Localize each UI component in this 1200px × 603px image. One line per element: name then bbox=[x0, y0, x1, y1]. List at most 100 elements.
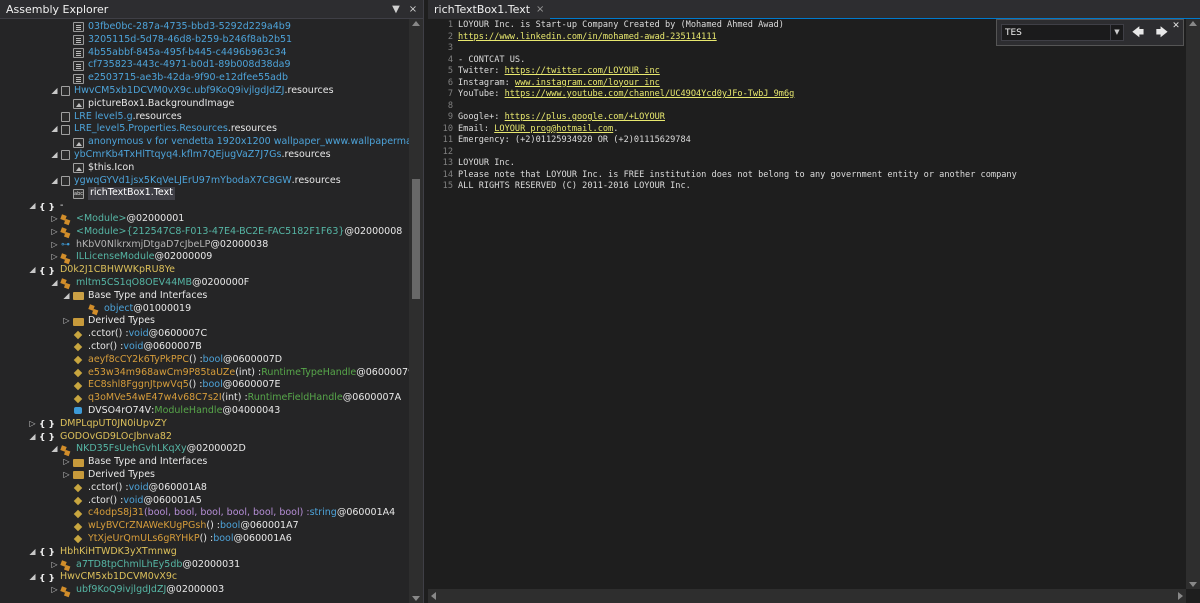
scroll-down-icon[interactable] bbox=[1189, 582, 1197, 587]
editor-horizontal-scrollbar[interactable] bbox=[428, 589, 1186, 603]
namespace-node[interactable]: ◢{ } - bbox=[28, 200, 63, 213]
collapse-arrow-icon[interactable]: ◢ bbox=[28, 571, 37, 584]
resource-file[interactable]: LRE level5.g .resources bbox=[50, 111, 182, 124]
class-node[interactable]: ▷ ubf9KoQ9ivjlgdJdZJ @02000003 bbox=[50, 584, 224, 597]
class-node[interactable]: ◢ NKD35FsUehGvhLKqXy @0200002D bbox=[50, 443, 245, 456]
scroll-up-icon[interactable] bbox=[1189, 21, 1197, 26]
find-input[interactable] bbox=[1001, 24, 1111, 41]
collapse-arrow-icon[interactable]: ◢ bbox=[28, 264, 37, 277]
expand-arrow-icon[interactable]: ▷ bbox=[28, 418, 37, 431]
method-node[interactable]: aeyf8cCY2k6TyPkPPC() : bool @0600007D bbox=[62, 354, 282, 367]
class-node[interactable]: ▷ ILLicenseModule @02000009 bbox=[50, 251, 212, 264]
namespace-node[interactable]: ◢{ } HbhKiHTWDK3yXTmnwg bbox=[28, 546, 176, 559]
close-tab-icon[interactable]: × bbox=[536, 4, 544, 15]
expand-arrow-icon[interactable]: ▷ bbox=[50, 226, 59, 239]
panel-menu-icon[interactable]: ▼ bbox=[389, 2, 403, 16]
resource-entry-selected[interactable]: abc richTextBox1.Text bbox=[62, 187, 175, 201]
resource-item[interactable]: e2503715-ae3b-42da-9f90-e12dfee55adb bbox=[62, 72, 288, 85]
hyperlink[interactable]: www.instagram.com/loyour_inc bbox=[515, 78, 660, 88]
collapse-arrow-icon[interactable]: ◢ bbox=[28, 431, 37, 444]
expand-arrow-icon[interactable]: ▷ bbox=[50, 584, 59, 597]
namespace-node[interactable]: ◢{ } HwvCM5xb1DCVM0vX9c bbox=[28, 571, 177, 584]
text-editor[interactable]: 1 LOYOUR Inc. is Start-up Company Created… bbox=[428, 19, 1186, 589]
collapse-arrow-icon[interactable]: ◢ bbox=[50, 443, 59, 456]
hyperlink[interactable]: https://twitter.com/LOYOUR_inc bbox=[505, 66, 660, 76]
resource-item[interactable]: cf735823-443c-4971-b0d1-89b008d38da9 bbox=[62, 59, 291, 72]
namespace-node[interactable]: ▷{ } DMPLqpUT0JN0iUpvZY bbox=[28, 418, 166, 431]
close-panel-icon[interactable]: × bbox=[406, 2, 420, 16]
editor-line[interactable]: 8 bbox=[428, 101, 458, 113]
method-node[interactable]: .cctor() : void @060001A8 bbox=[62, 482, 207, 495]
editor-line[interactable]: 12 bbox=[428, 147, 458, 159]
class-node[interactable]: ▷ <Module> @02000001 bbox=[50, 213, 184, 226]
method-node[interactable]: YtXjeUrQmULs6gRYHkP() : bool @060001A6 bbox=[62, 533, 292, 546]
expand-arrow-icon[interactable]: ▷ bbox=[62, 315, 71, 328]
base-type-entry[interactable]: object @01000019 bbox=[78, 303, 191, 316]
collapse-arrow-icon[interactable]: ◢ bbox=[50, 277, 59, 290]
resource-file[interactable]: ◢ ybCmrKb4TxHlTtqyq4.kflm7QEjugVaZ7J7Gs .r… bbox=[50, 149, 331, 162]
field-node[interactable]: DVSO4rO74V : ModuleHandle @04000043 bbox=[62, 405, 280, 418]
collapse-arrow-icon[interactable]: ◢ bbox=[28, 546, 37, 559]
delegate-node[interactable]: ▷ ⊶ hKbV0NlkrxmjDtgaD7cJbeLP @02000038 bbox=[50, 239, 268, 252]
resource-file[interactable]: ◢ HwvCM5xb1DCVM0vX9c.ubf9KoQ9ivjlgdJdZJ .r… bbox=[50, 85, 334, 98]
derived-types-folder[interactable]: ▷ Derived Types bbox=[62, 469, 155, 482]
editor-line[interactable]: 11 Emergency: (+2)01125934920 OR (+2)0111… bbox=[428, 135, 691, 147]
editor-line[interactable]: 13 LOYOUR Inc. bbox=[428, 158, 515, 170]
method-node[interactable]: q3oMVe54wE47w4v68C7s2I (int) : RuntimeFie… bbox=[62, 392, 401, 405]
expand-arrow-icon[interactable]: ▷ bbox=[50, 213, 59, 226]
editor-line[interactable]: 4 - CONTCAT US. bbox=[428, 55, 525, 67]
editor-line[interactable]: 9 Google+: https://plus.google.com/+LOYOU… bbox=[428, 112, 665, 124]
method-node[interactable]: .cctor() : void @0600007C bbox=[62, 328, 207, 341]
scroll-up-icon[interactable] bbox=[412, 21, 420, 26]
resource-item[interactable]: 4b55abbf-845a-495f-b445-c4496b963c34 bbox=[62, 47, 287, 60]
scroll-thumb[interactable] bbox=[412, 179, 420, 299]
hyperlink[interactable]: LOYOUR_prog@hotmail.com bbox=[494, 124, 613, 134]
tab-richtextbox1-text[interactable]: richTextBox1.Text × bbox=[428, 0, 551, 19]
editor-line[interactable]: 15 ALL RIGHTS RESERVED (C) 2011-2016 LOYO… bbox=[428, 181, 691, 193]
editor-line[interactable]: 14 Please note that LOYOUR Inc. is FREE i… bbox=[428, 170, 1017, 182]
editor-line[interactable]: 10 Email: LOYOUR_prog@hotmail.com. bbox=[428, 124, 619, 136]
collapse-arrow-icon[interactable]: ◢ bbox=[50, 85, 59, 98]
namespace-node[interactable]: ◢{ } GODOvGD9LOcJbnva82 bbox=[28, 431, 172, 444]
editor-line[interactable]: 2 https://www.linkedin.com/in/mohamed-awa… bbox=[428, 32, 717, 44]
class-node[interactable]: ▷ <Module>{212547C8-F013-47E4-BC2E-FAC518… bbox=[50, 226, 402, 239]
collapse-arrow-icon[interactable]: ◢ bbox=[50, 123, 59, 136]
editor-line[interactable]: 6 Instagram: www.instagram.com/loyour_inc bbox=[428, 78, 660, 90]
collapse-arrow-icon[interactable]: ◢ bbox=[62, 290, 71, 303]
expand-arrow-icon[interactable]: ▷ bbox=[50, 559, 59, 572]
resource-file[interactable]: ◢ LRE_level5.Properties.Resources .resourc… bbox=[50, 123, 277, 136]
scroll-down-icon[interactable] bbox=[412, 596, 420, 601]
resource-file[interactable]: ◢ ygwqGYVd1jsx5KqVeLJErU97mYbodaX7C8GW .re… bbox=[50, 175, 341, 188]
method-node[interactable]: EC8shl8FggnJtpwVq5() : bool @0600007E bbox=[62, 379, 281, 392]
resource-entry[interactable]: anonymous v for vendetta 1920x1200 wallp… bbox=[62, 136, 410, 149]
editor-line[interactable]: 7 YouTube: https://www.youtube.com/channe… bbox=[428, 89, 795, 101]
hyperlink[interactable]: https://www.youtube.com/channel/UC49O4Yc… bbox=[505, 89, 795, 99]
class-node[interactable]: ◢ mltm5CS1qO8OEV44MB @0200000F bbox=[50, 277, 249, 290]
derived-types-folder[interactable]: ▷ Derived Types bbox=[62, 315, 155, 328]
find-previous-icon[interactable]: 🡄 bbox=[1128, 24, 1148, 41]
method-node[interactable]: .ctor() : void @0600007B bbox=[62, 341, 202, 354]
scroll-left-icon[interactable] bbox=[431, 592, 436, 600]
collapse-arrow-icon[interactable]: ◢ bbox=[50, 175, 59, 188]
expand-arrow-icon[interactable]: ▷ bbox=[62, 469, 71, 482]
method-node[interactable]: wLyBVCrZNAWeKUgPGsh() : bool @060001A7 bbox=[62, 520, 299, 533]
close-find-icon[interactable]: ✕ bbox=[1171, 21, 1181, 31]
method-node[interactable]: c4odpS8j31 (bool, bool, bool, bool, bool,… bbox=[62, 507, 395, 520]
base-types-folder[interactable]: ◢ Base Type and Interfaces bbox=[62, 290, 207, 303]
tree-scrollbar[interactable] bbox=[409, 19, 423, 603]
hyperlink[interactable]: https://plus.google.com/+LOYOUR bbox=[505, 112, 665, 122]
scroll-right-icon[interactable] bbox=[1178, 592, 1183, 600]
class-node[interactable]: ▷ a7TD8tpChmlLhEy5db @02000031 bbox=[50, 559, 240, 572]
resource-entry[interactable]: $this.Icon bbox=[62, 162, 134, 175]
resource-item[interactable]: 3205115d-5d78-46d8-b259-b246f8ab2b51 bbox=[62, 34, 292, 47]
editor-vertical-scrollbar[interactable] bbox=[1186, 19, 1200, 589]
method-node[interactable]: .ctor() : void @060001A5 bbox=[62, 495, 202, 508]
base-types-folder[interactable]: ▷ Base Type and Interfaces bbox=[62, 456, 207, 469]
collapse-arrow-icon[interactable]: ◢ bbox=[28, 200, 37, 213]
editor-line[interactable]: 1 LOYOUR Inc. is Start-up Company Created… bbox=[428, 20, 784, 32]
expand-arrow-icon[interactable]: ▷ bbox=[50, 251, 59, 264]
editor-line[interactable]: 5 Twitter: https://twitter.com/LOYOUR_inc bbox=[428, 66, 660, 78]
expand-arrow-icon[interactable]: ▷ bbox=[50, 239, 59, 252]
namespace-node[interactable]: ◢{ } D0k2J1CBHWWKpRU8Ye bbox=[28, 264, 175, 277]
find-history-dropdown[interactable]: ▼ bbox=[1111, 24, 1124, 41]
